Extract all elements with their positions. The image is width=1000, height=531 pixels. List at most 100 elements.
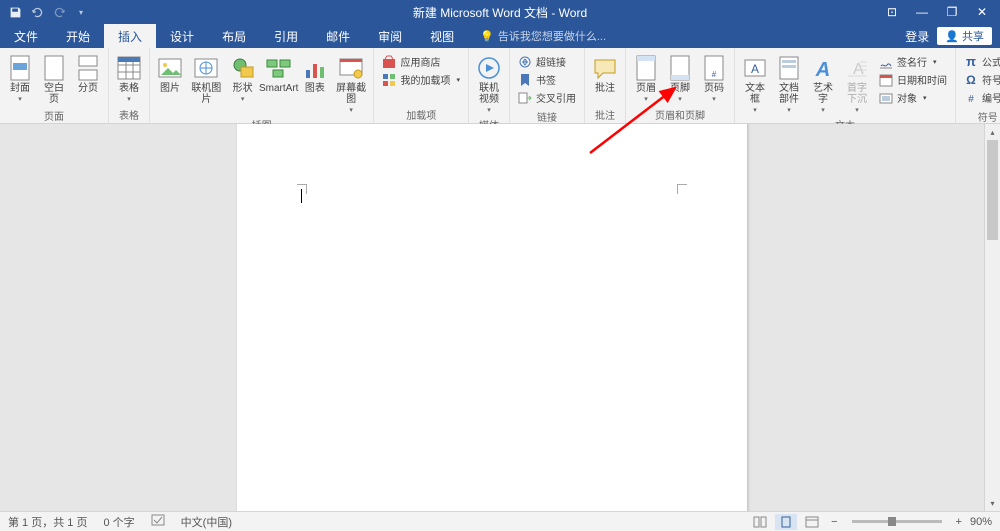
svg-text:A: A [751, 62, 759, 76]
quickparts-button[interactable]: 文档部件▾ [773, 51, 805, 116]
group-headerfooter-label: 页眉和页脚 [630, 106, 730, 123]
status-bar: 第 1 页，共 1 页 0 个字 中文(中国) − + 90% [0, 511, 1000, 531]
zoom-in-button[interactable]: + [952, 516, 966, 528]
zoom-level[interactable]: 90% [970, 516, 992, 528]
tab-insert[interactable]: 插入 [104, 24, 156, 48]
smartart-button[interactable]: SmartArt [261, 51, 297, 96]
zoom-knob[interactable] [888, 517, 896, 526]
group-links-label: 链接 [514, 108, 580, 125]
view-web-button[interactable] [801, 514, 823, 530]
online-pictures-button[interactable]: 联机图片 [188, 51, 225, 107]
tab-layout[interactable]: 布局 [208, 24, 260, 48]
table-button[interactable]: 表格▾ [113, 51, 145, 105]
qat-dropdown-icon[interactable]: ▾ [74, 5, 88, 19]
group-symbols: π公式▾ Ω符号▾ #编号 符号 [956, 48, 1000, 123]
margin-mark-tr [677, 184, 687, 194]
vertical-scrollbar[interactable]: ▴ ▾ [984, 124, 1000, 511]
group-comments-label: 批注 [589, 106, 621, 123]
datetime-button[interactable]: 日期和时间 [877, 71, 949, 88]
redo-icon[interactable] [52, 5, 66, 19]
tab-view[interactable]: 视图 [416, 24, 468, 48]
quick-access-toolbar: ▾ [0, 5, 88, 19]
equation-button[interactable]: π公式▾ [962, 53, 1000, 70]
hyperlink-button[interactable]: 超链接 [516, 53, 578, 70]
symbol-button[interactable]: Ω符号▾ [962, 71, 1000, 88]
save-icon[interactable] [8, 5, 22, 19]
bulb-icon: 💡 [480, 30, 494, 43]
group-pages: 封面▾ 空白页 分页 页面 [0, 48, 109, 123]
blank-page-button[interactable]: 空白页 [38, 51, 70, 107]
tab-mailings[interactable]: 邮件 [312, 24, 364, 48]
scroll-thumb[interactable] [987, 140, 998, 240]
cover-page-button[interactable]: 封面▾ [4, 51, 36, 105]
document-page[interactable] [237, 124, 747, 511]
comment-button[interactable]: 批注 [589, 51, 621, 96]
screenshot-button[interactable]: 屏幕截图▾ [333, 51, 370, 116]
my-addins-button[interactable]: 我的加载项▾ [380, 71, 462, 88]
tab-design[interactable]: 设计 [156, 24, 208, 48]
group-symbols-label: 符号 [960, 108, 1000, 125]
group-addins-label: 加载项 [378, 106, 464, 123]
person-icon: 👤 [945, 30, 959, 43]
tell-me-placeholder: 告诉我您想要做什么... [498, 28, 606, 44]
share-button[interactable]: 👤 共享 [937, 27, 992, 45]
online-video-button[interactable]: 联机视频▾ [473, 51, 505, 116]
svg-text:#: # [968, 94, 974, 105]
tab-home[interactable]: 开始 [52, 24, 104, 48]
scroll-down-button[interactable]: ▾ [985, 495, 1000, 511]
page-number-button[interactable]: #页码▾ [698, 51, 730, 105]
object-button[interactable]: 对象▾ [877, 89, 949, 106]
tab-review[interactable]: 审阅 [364, 24, 416, 48]
text-cursor [301, 189, 302, 203]
status-words[interactable]: 0 个字 [95, 514, 142, 530]
bookmark-button[interactable]: 书签 [516, 71, 578, 88]
view-print-button[interactable] [775, 514, 797, 530]
minimize-button[interactable]: — [908, 2, 936, 22]
pictures-button[interactable]: 图片 [154, 51, 186, 96]
status-language[interactable]: 中文(中国) [173, 514, 240, 530]
group-addins: 应用商店 我的加载项▾ 加载项 [374, 48, 469, 123]
margin-mark-tl [297, 184, 307, 194]
store-button[interactable]: 应用商店 [380, 53, 462, 70]
chart-button[interactable]: 图表 [299, 51, 331, 96]
group-media: 联机视频▾ 媒体 [469, 48, 510, 123]
zoom-slider[interactable] [852, 520, 942, 523]
group-pages-label: 页面 [4, 107, 104, 124]
status-spellcheck[interactable] [143, 514, 173, 529]
window-title: 新建 Microsoft Word 文档 - Word [413, 4, 587, 21]
login-link[interactable]: 登录 [905, 28, 929, 45]
ribbon-options-button[interactable]: ⊡ [878, 2, 906, 22]
tab-references[interactable]: 引用 [260, 24, 312, 48]
window-controls: ⊡ — ❐ ✕ [878, 2, 1000, 22]
group-comments: 批注 批注 [585, 48, 626, 123]
group-illustrations: 图片 联机图片 形状▾ SmartArt 图表 屏幕截图▾ 插图 [150, 48, 374, 123]
number-button[interactable]: #编号 [962, 89, 1000, 106]
signature-line-button[interactable]: 签名行▾ [877, 53, 949, 70]
undo-icon[interactable] [30, 5, 44, 19]
tell-me-search[interactable]: 💡 告诉我您想要做什么... [468, 24, 606, 48]
page-break-button[interactable]: 分页 [72, 51, 104, 96]
crossref-button[interactable]: 交叉引用 [516, 89, 578, 106]
scroll-up-button[interactable]: ▴ [985, 124, 1000, 140]
view-read-button[interactable] [749, 514, 771, 530]
share-label: 共享 [962, 28, 984, 44]
maximize-button[interactable]: ❐ [938, 2, 966, 22]
ribbon-tabs: 文件 开始 插入 设计 布局 引用 邮件 审阅 视图 💡 告诉我您想要做什么..… [0, 24, 1000, 48]
footer-button[interactable]: 页脚▾ [664, 51, 696, 105]
group-tables-label: 表格 [113, 106, 145, 123]
zoom-out-button[interactable]: − [827, 516, 841, 528]
shapes-button[interactable]: 形状▾ [227, 51, 259, 105]
wordart-button[interactable]: A艺术字▾ [807, 51, 839, 116]
group-tables: 表格▾ 表格 [109, 48, 150, 123]
status-page[interactable]: 第 1 页，共 1 页 [0, 514, 95, 530]
textbox-button[interactable]: A文本框▾ [739, 51, 771, 116]
tab-file[interactable]: 文件 [0, 24, 52, 48]
ribbon: 封面▾ 空白页 分页 页面 表格▾ 表格 图片 联机图片 形状▾ SmartAr… [0, 48, 1000, 124]
close-button[interactable]: ✕ [968, 2, 996, 22]
header-button[interactable]: 页眉▾ [630, 51, 662, 105]
group-links: 超链接 书签 交叉引用 链接 [510, 48, 585, 123]
dropcap-button[interactable]: A首字下沉▾ [841, 51, 873, 116]
title-bar: ▾ 新建 Microsoft Word 文档 - Word ⊡ — ❐ ✕ [0, 0, 1000, 24]
document-area[interactable] [0, 124, 984, 511]
group-headerfooter: 页眉▾ 页脚▾ #页码▾ 页眉和页脚 [626, 48, 735, 123]
